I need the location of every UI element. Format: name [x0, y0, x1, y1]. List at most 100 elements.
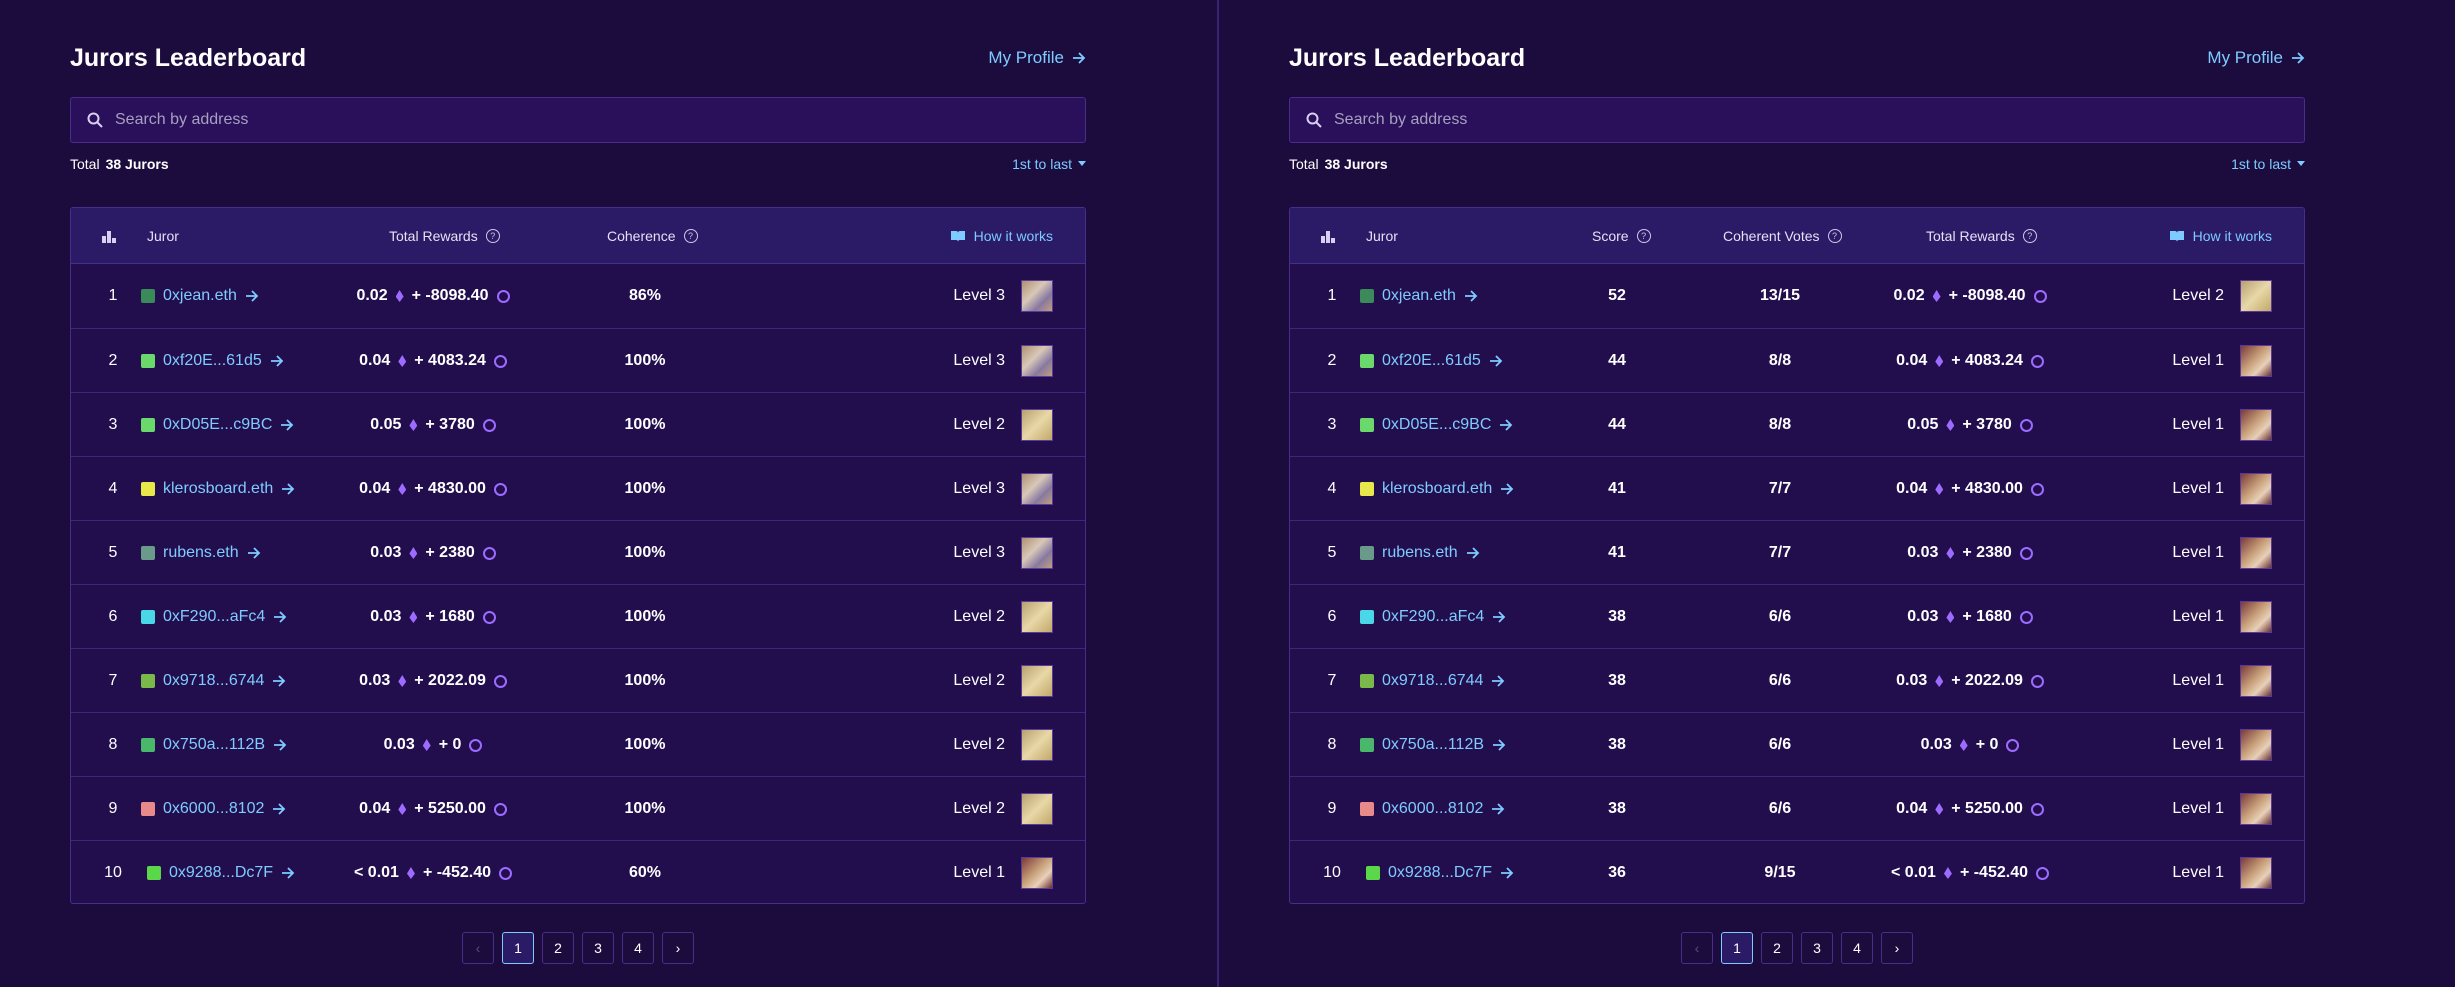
- sort-dropdown[interactable]: 1st to last: [1012, 156, 1086, 172]
- juror-link[interactable]: 0x9718...6744: [141, 672, 286, 690]
- level-image: [2240, 537, 2272, 569]
- help-icon[interactable]: ?: [1827, 229, 1842, 243]
- page-button[interactable]: 1: [1721, 932, 1753, 964]
- juror-cell: 0x9288...Dc7F: [147, 841, 295, 903]
- eth-amount: 0.02: [1893, 287, 1925, 304]
- rank-number: 8: [108, 736, 118, 753]
- prev-page-button[interactable]: ‹: [1681, 932, 1713, 964]
- search-bar: [70, 97, 1086, 143]
- juror-name: 0xD05E...c9BC: [163, 416, 273, 433]
- next-page-button[interactable]: ›: [662, 932, 694, 964]
- level-label: Level 1: [2172, 608, 2224, 625]
- search-bar: [1289, 97, 2305, 143]
- level-label: Level 1: [2172, 544, 2224, 561]
- arrow-right-icon: [1072, 51, 1086, 65]
- ethereum-icon: [409, 611, 418, 623]
- juror-avatar: [1360, 610, 1374, 624]
- table-row: 6 0xF290...aFc4 0.03 + 1680 100% Level 2: [71, 584, 1085, 648]
- sort-label: 1st to last: [2231, 156, 2291, 172]
- table-row: 6 0xF290...aFc4 38 6/6 0.03 + 1680 Level 1: [1290, 584, 2304, 648]
- juror-link[interactable]: 0xf20E...61d5: [141, 352, 284, 370]
- page-button[interactable]: 2: [542, 932, 574, 964]
- eth-amount: 0.03: [383, 736, 415, 753]
- total-rewards-value: 0.03 + 1680: [1820, 585, 2120, 649]
- page-button[interactable]: 3: [582, 932, 614, 964]
- juror-link[interactable]: 0x6000...8102: [141, 800, 286, 818]
- help-icon[interactable]: ?: [1636, 229, 1651, 243]
- level-image: [1021, 857, 1053, 889]
- next-page-button[interactable]: ›: [1881, 932, 1913, 964]
- juror-name: 0x9718...6744: [163, 672, 265, 689]
- level-label: Level 1: [2172, 736, 2224, 753]
- juror-link[interactable]: 0xF290...aFc4: [141, 608, 287, 626]
- juror-link[interactable]: 0xjean.eth: [1360, 287, 1478, 305]
- total-rewards-value: 0.04 + 4083.24: [1820, 329, 2120, 393]
- help-icon[interactable]: ?: [485, 229, 500, 243]
- table-row: 3 0xD05E...c9BC 0.05 + 3780 100% Level 2: [71, 392, 1085, 456]
- ethereum-icon: [1946, 611, 1955, 623]
- rank-number: 10: [1323, 864, 1341, 881]
- rank-number: 10: [104, 864, 122, 881]
- total-row: Total 38 Jurors 1st to last: [70, 152, 1086, 176]
- pnk-token-icon: [2019, 610, 2033, 624]
- how-it-works-link[interactable]: How it works: [950, 208, 1053, 264]
- pnk-amount: + 4083.24: [414, 352, 486, 369]
- juror-link[interactable]: rubens.eth: [141, 544, 261, 562]
- juror-link[interactable]: klerosboard.eth: [141, 480, 295, 498]
- level-label: Level 3: [953, 544, 1005, 561]
- table-row: 5 rubens.eth 0.03 + 2380 100% Level 3: [71, 520, 1085, 584]
- juror-link[interactable]: 0x750a...112B: [141, 736, 287, 754]
- my-profile-link[interactable]: My Profile: [2207, 48, 2305, 68]
- level-cell: Level 2: [2172, 264, 2272, 328]
- table-row: 3 0xD05E...c9BC 44 8/8 0.05 + 3780 Level 1: [1290, 392, 2304, 456]
- juror-avatar: [141, 289, 155, 303]
- sort-dropdown[interactable]: 1st to last: [2231, 156, 2305, 172]
- eth-amount: 0.05: [370, 416, 402, 433]
- help-icon[interactable]: ?: [683, 229, 698, 243]
- juror-cell: 0xD05E...c9BC: [141, 393, 294, 457]
- page-button[interactable]: 2: [1761, 932, 1793, 964]
- pnk-token-icon: [2030, 354, 2044, 368]
- podium-icon: [1320, 229, 1336, 243]
- page-header: Jurors Leaderboard My Profile: [70, 38, 1086, 78]
- juror-link[interactable]: 0xD05E...c9BC: [141, 416, 294, 434]
- juror-link[interactable]: rubens.eth: [1360, 544, 1480, 562]
- level-cell: Level 2: [953, 649, 1053, 713]
- leaderboard-table: Juror Score? Coherent Votes? Total Rewards?…: [1289, 207, 2305, 904]
- level-image: [2240, 473, 2272, 505]
- pnk-token-icon: [2036, 866, 2049, 880]
- juror-header: Juror: [1366, 208, 1398, 264]
- ethereum-icon: [1932, 290, 1941, 302]
- help-icon[interactable]: ?: [2022, 229, 2037, 243]
- juror-name: 0xf20E...61d5: [163, 352, 262, 369]
- how-it-works-link[interactable]: How it works: [2169, 208, 2272, 264]
- eth-amount: 0.04: [1896, 800, 1928, 817]
- table-row: 4 klerosboard.eth 0.04 + 4830.00 100% Level 3: [71, 456, 1085, 520]
- level-cell: Level 1: [2172, 329, 2272, 393]
- level-label: Level 1: [2172, 864, 2224, 881]
- page-button[interactable]: 1: [502, 932, 534, 964]
- level-label: Level 1: [2172, 352, 2224, 369]
- page-button[interactable]: 4: [622, 932, 654, 964]
- rank-number: 8: [1327, 736, 1337, 753]
- coherent-votes-header: Coherent Votes?: [1723, 208, 1842, 264]
- eth-amount: 0.05: [1907, 416, 1939, 433]
- page-button[interactable]: 4: [1841, 932, 1873, 964]
- pnk-amount: + 0: [1975, 736, 1999, 753]
- level-label: Level 2: [953, 800, 1005, 817]
- ethereum-icon: [409, 547, 418, 559]
- juror-link[interactable]: 0xjean.eth: [141, 287, 259, 305]
- rank-number: 1: [108, 287, 118, 304]
- arrow-right-icon: [2291, 51, 2305, 65]
- juror-link[interactable]: 0x9288...Dc7F: [147, 864, 295, 882]
- search-input[interactable]: [1334, 111, 2234, 129]
- my-profile-link[interactable]: My Profile: [988, 48, 1086, 68]
- table-header: Juror Score? Coherent Votes? Total Rewards?…: [1290, 208, 2304, 264]
- pnk-token-icon: [2019, 546, 2033, 560]
- prev-page-button[interactable]: ‹: [462, 932, 494, 964]
- level-image: [1021, 729, 1053, 761]
- search-input[interactable]: [115, 111, 1015, 129]
- total-rewards-value: 0.04 + 4830.00: [1820, 457, 2120, 521]
- coherence-value: 60%: [628, 864, 662, 881]
- page-button[interactable]: 3: [1801, 932, 1833, 964]
